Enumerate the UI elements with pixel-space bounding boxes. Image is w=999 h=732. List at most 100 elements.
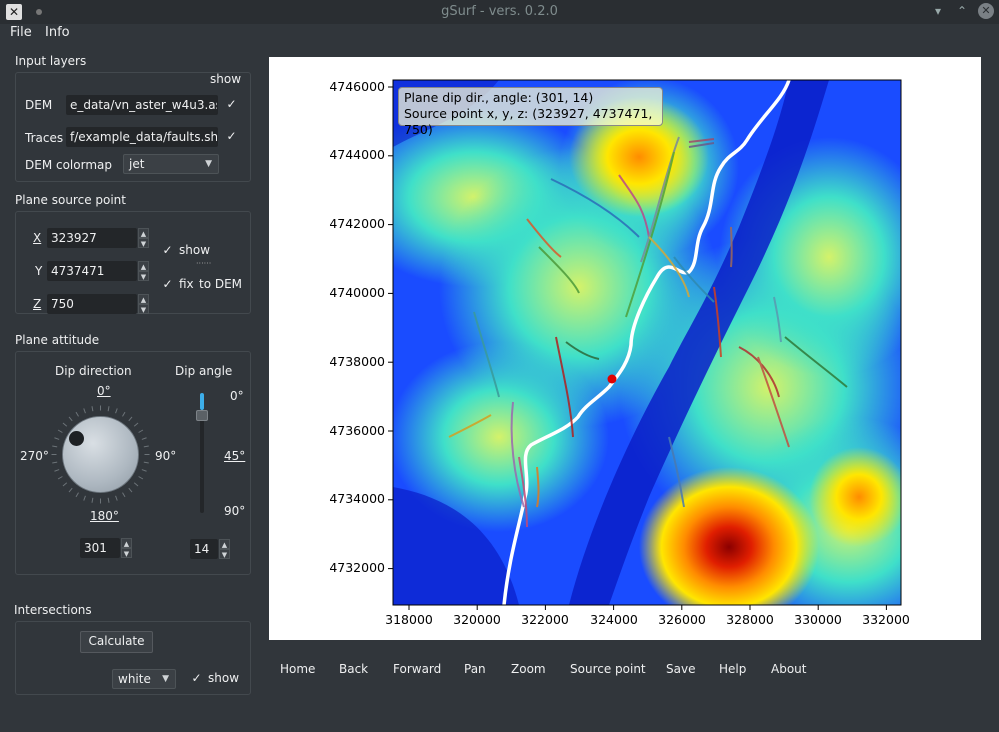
dip-angle-input[interactable]: 14	[190, 539, 218, 559]
z-stepper[interactable]: ▲ ▼	[138, 294, 149, 314]
dial-tick	[62, 482, 68, 487]
dip-direction-dial[interactable]	[62, 416, 139, 493]
dem-colormap-label: DEM colormap	[25, 158, 112, 172]
dial-tick	[128, 487, 133, 493]
dip-direction-label: Dip direction	[55, 364, 132, 378]
dip-angle-stepper[interactable]: ▲ ▼	[219, 539, 230, 559]
intersection-color-select[interactable]: white ▼	[112, 669, 176, 689]
x-input[interactable]: 323927	[47, 228, 137, 248]
toolbar-forward-button[interactable]: Forward	[393, 662, 441, 676]
plane-attitude-title: Plane attitude	[15, 333, 100, 347]
dial-tick	[68, 487, 73, 493]
restore-icon[interactable]: ⌃	[954, 3, 970, 19]
y-tick-label: 4738000	[329, 354, 385, 369]
input-layers-title: Input layers	[15, 54, 87, 68]
stepper-up-icon[interactable]: ▲	[138, 228, 149, 238]
dial-tick	[128, 416, 133, 422]
menu-info[interactable]: Info	[45, 25, 70, 40]
dial-tick	[57, 429, 63, 433]
separator-dots: ······	[196, 259, 212, 268]
calculate-button[interactable]: Calculate	[80, 631, 153, 653]
source-show-label: show	[179, 243, 211, 257]
dial-tick	[143, 461, 149, 464]
dial-tick	[138, 429, 144, 433]
stepper-up-icon[interactable]: ▲	[121, 538, 132, 548]
toolbar-about-button[interactable]: About	[771, 662, 806, 676]
toolbar-pan-button[interactable]: Pan	[464, 662, 486, 676]
x-tick-label: 322000	[521, 612, 569, 627]
menu-file[interactable]: File	[10, 25, 32, 40]
y-input[interactable]: 4737471	[47, 261, 137, 281]
stepper-up-icon[interactable]: ▲	[138, 294, 149, 304]
colormap-select[interactable]: jet ▼	[123, 154, 219, 174]
minimize-icon[interactable]: ▾	[930, 3, 946, 19]
slider-label-90: 90°	[224, 504, 246, 518]
dem-show-checkbox[interactable]: ✓	[225, 98, 238, 111]
dem-label: DEM	[25, 98, 53, 112]
stepper-up-icon[interactable]: ▲	[138, 261, 149, 271]
dial-tick	[57, 476, 63, 480]
plane-info-line2: Source point x, y, z: (323927, 4737471, …	[404, 106, 653, 137]
dial-tick	[75, 492, 79, 498]
stepper-down-icon[interactable]: ▼	[138, 304, 149, 314]
dial-tick	[115, 495, 118, 501]
y-tick-label: 4740000	[329, 285, 385, 300]
dial-tick	[83, 495, 86, 501]
y-stepper[interactable]: ▲ ▼	[138, 261, 149, 281]
dial-tick	[133, 482, 139, 487]
y-tick-label: 4742000	[329, 216, 385, 231]
intersection-show-label: show	[208, 671, 240, 685]
toolbar-zoom-button[interactable]: Zoom	[511, 662, 546, 676]
z-input[interactable]: 750	[47, 294, 137, 314]
traces-label: Traces	[25, 131, 64, 145]
y-tick-label: 4744000	[329, 147, 385, 162]
source-point-title: Plane source point	[15, 193, 126, 207]
dip-direction-stepper[interactable]: ▲ ▼	[121, 538, 132, 558]
menu-bar: File Info	[0, 24, 999, 44]
y-tick-label: 4734000	[329, 491, 385, 506]
chevron-down-icon: ▼	[162, 674, 169, 684]
dem-map[interactable]	[269, 57, 981, 640]
toolbar-back-button[interactable]: Back	[339, 662, 368, 676]
y-label: Y	[35, 264, 43, 278]
traces-path-field[interactable]: f/example_data/faults.shp	[66, 127, 218, 147]
dial-tick	[107, 497, 110, 503]
dial-label-east: 90°	[155, 449, 177, 463]
dem-path-field[interactable]: e_data/vn_aster_w4u3.asc	[66, 95, 218, 115]
source-show-checkbox[interactable]: ✓	[161, 244, 174, 257]
window-title: gSurf - vers. 0.2.0	[441, 4, 558, 19]
dial-tick	[143, 445, 149, 448]
stepper-down-icon[interactable]: ▼	[121, 548, 132, 558]
x-stepper[interactable]: ▲ ▼	[138, 228, 149, 248]
dial-tick	[115, 408, 118, 414]
stepper-down-icon[interactable]: ▼	[219, 549, 230, 559]
dip-angle-slider-handle[interactable]	[196, 410, 208, 421]
dial-tick	[83, 408, 86, 414]
dial-knob[interactable]	[69, 431, 84, 446]
y-tick-label: 4732000	[329, 560, 385, 575]
toolbar-save-button[interactable]: Save	[666, 662, 695, 676]
dial-tick	[62, 422, 68, 427]
fix-to-dem-checkbox[interactable]: ✓	[161, 278, 174, 291]
dial-label-west: 270°	[20, 449, 49, 463]
map-canvas[interactable]: 4746000 4744000 4742000 4740000 4738000 …	[269, 57, 981, 640]
title-bar: ✕ gSurf - vers. 0.2.0 ▾ ⌃ ✕	[0, 0, 999, 24]
plane-info-line1: Plane dip dir., angle: (301, 14)	[404, 90, 594, 105]
stepper-down-icon[interactable]: ▼	[138, 238, 149, 248]
dial-tick	[138, 476, 144, 480]
dial-tick	[107, 406, 110, 412]
traces-show-checkbox[interactable]: ✓	[225, 130, 238, 143]
dial-tick	[122, 492, 126, 498]
close-icon[interactable]: ✕	[978, 3, 994, 19]
dial-tick	[54, 469, 60, 472]
dial-tick	[54, 437, 60, 440]
stepper-up-icon[interactable]: ▲	[219, 539, 230, 549]
toolbar-help-button[interactable]: Help	[719, 662, 746, 676]
intersection-show-checkbox[interactable]: ✓	[190, 672, 203, 685]
toolbar-source-point-button[interactable]: Source point	[570, 662, 646, 676]
dial-tick	[141, 437, 147, 440]
dip-direction-input[interactable]: 301	[80, 538, 120, 558]
stepper-down-icon[interactable]: ▼	[138, 271, 149, 281]
dial-tick	[141, 469, 147, 472]
toolbar-home-button[interactable]: Home	[280, 662, 315, 676]
